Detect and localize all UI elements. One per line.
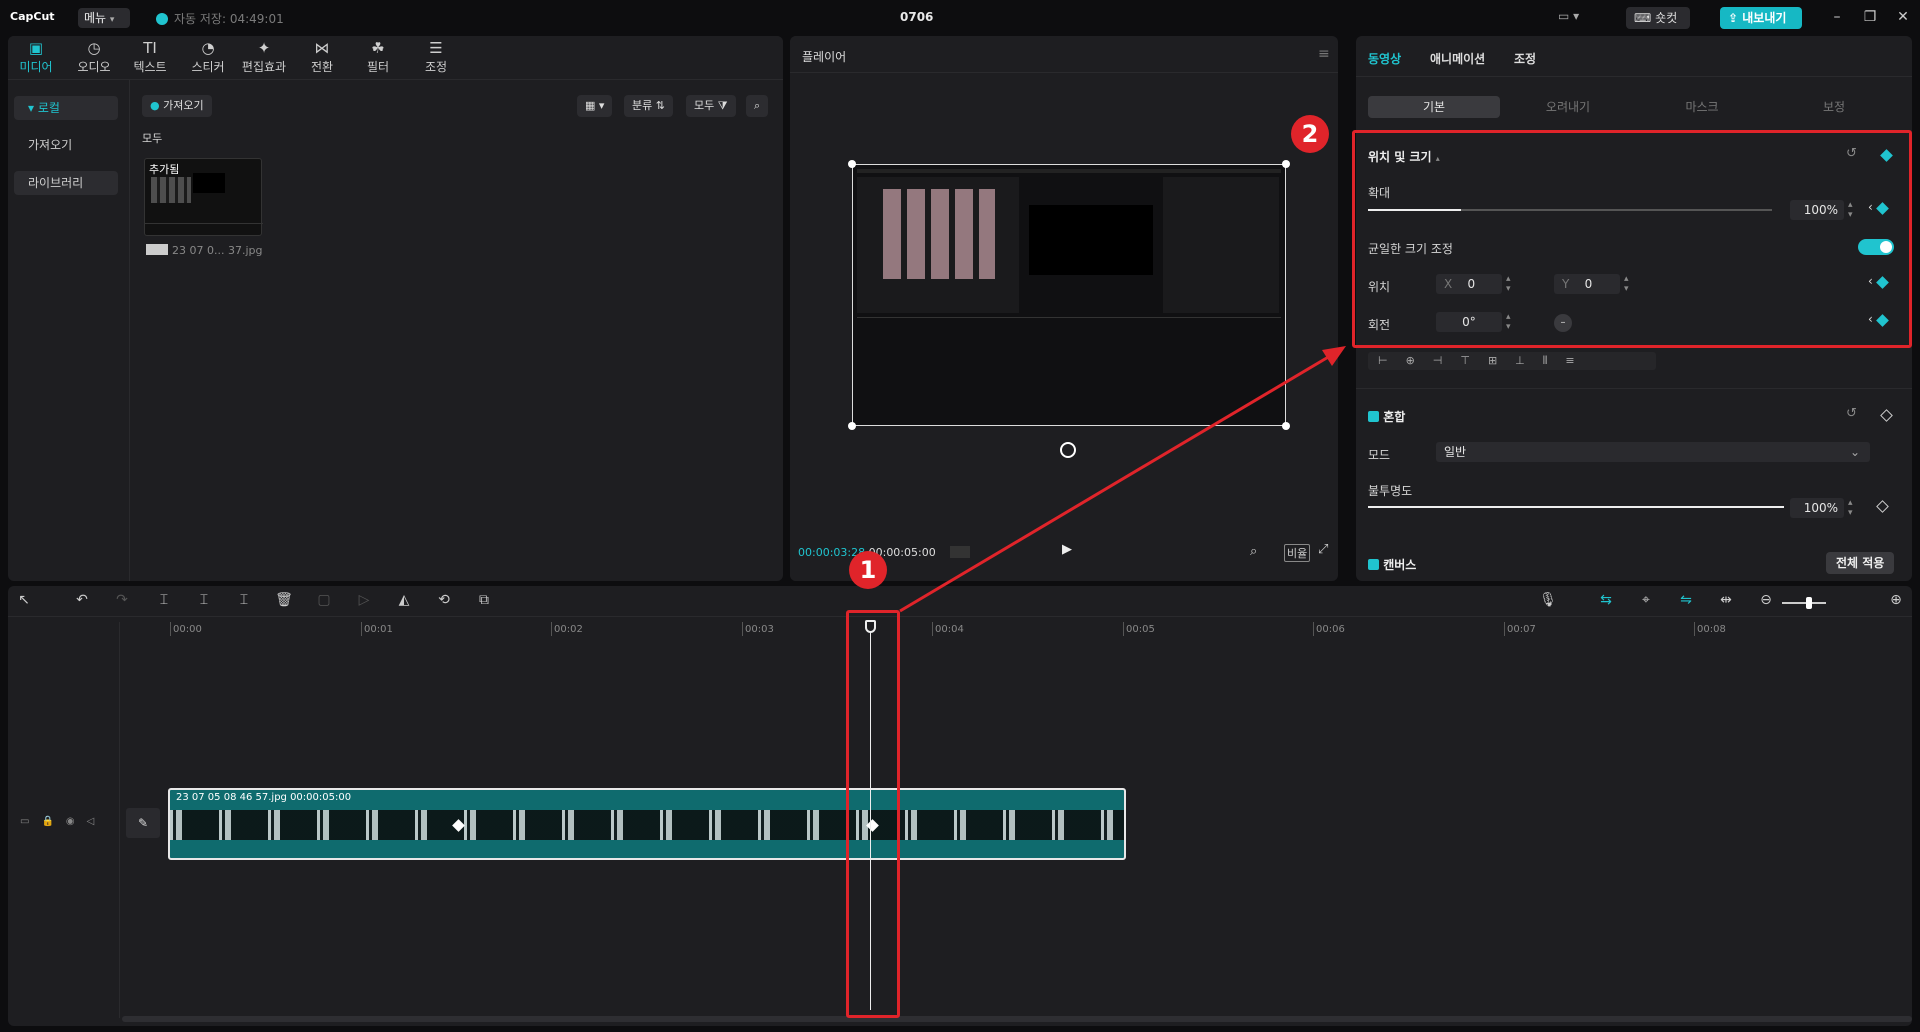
annotation-marker-2: 2 [1291,115,1329,153]
annotation-arrow [899,346,1346,613]
annotation-marker-1: 1 [849,551,887,589]
